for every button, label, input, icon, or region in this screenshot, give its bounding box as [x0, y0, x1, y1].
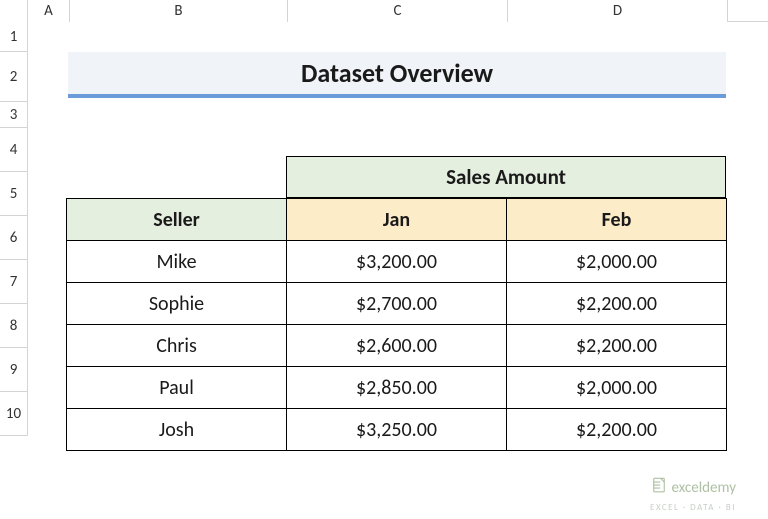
table-row: Sophie $2,700.00 $2,200.00 — [67, 283, 727, 325]
row-header-col: 1 2 3 4 5 6 7 8 9 10 — [0, 22, 28, 436]
jan-value[interactable]: $2,600.00 — [287, 325, 507, 367]
row-header-7[interactable]: 7 — [0, 260, 28, 304]
table-row: Mike $3,200.00 $2,000.00 — [67, 241, 727, 283]
feb-value[interactable]: $2,000.00 — [507, 367, 727, 409]
col-header-a[interactable]: A — [28, 0, 70, 22]
column-header-row: A B C D — [0, 0, 768, 22]
seller-name[interactable]: Mike — [67, 241, 287, 283]
row-header-1[interactable]: 1 — [0, 22, 28, 52]
col-header-b[interactable]: B — [70, 0, 288, 22]
jan-value[interactable]: $3,250.00 — [287, 409, 507, 451]
jan-value[interactable]: $2,700.00 — [287, 283, 507, 325]
sales-amount-header[interactable]: Sales Amount — [286, 156, 726, 198]
jan-value[interactable]: $3,200.00 — [287, 241, 507, 283]
table-row: Paul $2,850.00 $2,000.00 — [67, 367, 727, 409]
seller-header[interactable]: Seller — [67, 199, 287, 241]
watermark-tagline: EXCEL · DATA · BI — [650, 502, 736, 513]
row-header-8[interactable]: 8 — [0, 304, 28, 348]
feb-value[interactable]: $2,200.00 — [507, 325, 727, 367]
row-header-2[interactable]: 2 — [0, 52, 28, 102]
row-header-9[interactable]: 9 — [0, 348, 28, 392]
jan-value[interactable]: $2,850.00 — [287, 367, 507, 409]
watermark-brand: exceldemy — [650, 476, 736, 499]
data-table: Seller Jan Feb Mike $3,200.00 $2,000.00 … — [66, 198, 727, 451]
seller-name[interactable]: Sophie — [67, 283, 287, 325]
table-row: Josh $3,250.00 $2,200.00 — [67, 409, 727, 451]
col-header-c[interactable]: C — [288, 0, 508, 22]
page-title[interactable]: Dataset Overview — [68, 52, 726, 98]
feb-value[interactable]: $2,200.00 — [507, 409, 727, 451]
row-header-10[interactable]: 10 — [0, 392, 28, 436]
row-header-6[interactable]: 6 — [0, 216, 28, 260]
document-icon — [650, 476, 668, 499]
header-row: Seller Jan Feb — [67, 199, 727, 241]
seller-name[interactable]: Paul — [67, 367, 287, 409]
row-header-3[interactable]: 3 — [0, 102, 28, 128]
select-all-corner[interactable] — [0, 0, 28, 22]
seller-name[interactable]: Josh — [67, 409, 287, 451]
row-header-4[interactable]: 4 — [0, 128, 28, 172]
feb-value[interactable]: $2,200.00 — [507, 283, 727, 325]
jan-header[interactable]: Jan — [287, 199, 507, 241]
row-header-5[interactable]: 5 — [0, 172, 28, 216]
watermark-text: exceldemy — [672, 479, 736, 497]
feb-value[interactable]: $2,000.00 — [507, 241, 727, 283]
col-header-d[interactable]: D — [508, 0, 728, 22]
seller-name[interactable]: Chris — [67, 325, 287, 367]
feb-header[interactable]: Feb — [507, 199, 727, 241]
worksheet-grid[interactable]: Dataset Overview Sales Amount Seller Jan… — [28, 22, 768, 519]
table-row: Chris $2,600.00 $2,200.00 — [67, 325, 727, 367]
